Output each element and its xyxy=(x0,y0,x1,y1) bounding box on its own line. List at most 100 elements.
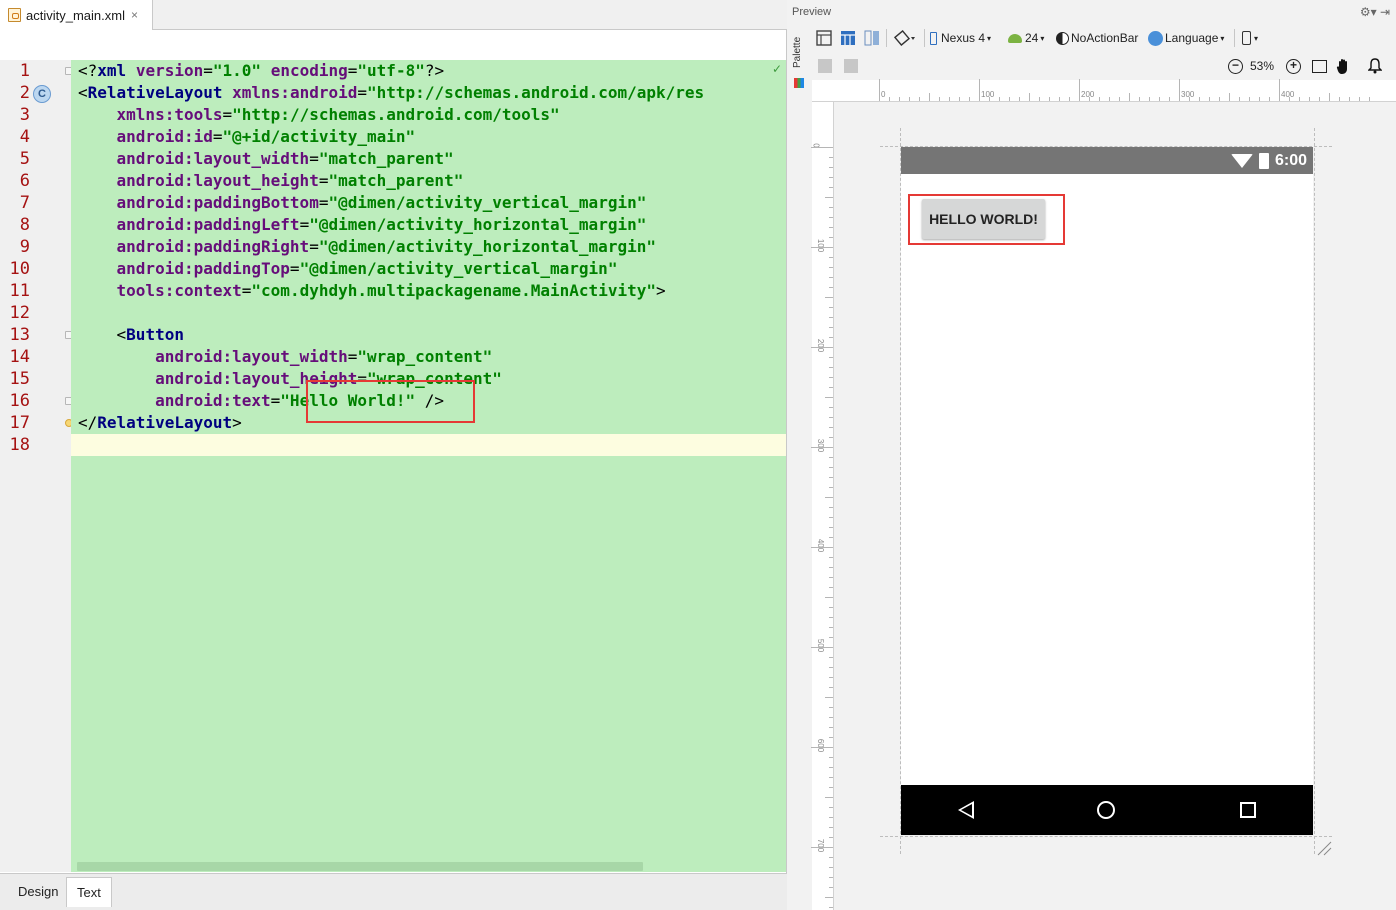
ruler-tick-label: 300 xyxy=(1181,90,1195,99)
notifications-icon[interactable] xyxy=(1368,56,1382,76)
code-line: android:paddingBottom="@dimen/activity_v… xyxy=(78,192,647,214)
recents-icon[interactable] xyxy=(1240,802,1256,818)
line-number: 11 xyxy=(9,281,30,301)
both-views-icon[interactable] xyxy=(864,28,880,48)
horizontal-scrollbar[interactable] xyxy=(77,862,643,871)
zoom-out-icon[interactable]: − xyxy=(1228,56,1243,76)
code-token: "utf-8" xyxy=(357,61,425,80)
language-selector[interactable]: Language ▾ xyxy=(1148,28,1224,48)
code-token: "@+id/activity_main" xyxy=(222,127,416,146)
code-area[interactable]: <?xml version="1.0" encoding="utf-8"?> <R… xyxy=(71,60,786,872)
code-line: <Button xyxy=(78,324,184,346)
home-icon[interactable] xyxy=(1097,801,1115,819)
code-token: <? xyxy=(78,61,98,80)
code-token: RelativeLayout xyxy=(87,83,223,102)
code-token: = xyxy=(222,105,233,124)
code-token: version xyxy=(135,61,204,80)
horizontal-ruler: 0 100 200 300 400 xyxy=(812,79,1396,102)
line-number: 7 xyxy=(19,193,30,213)
code-token: "http://schemas.android.com/tools" xyxy=(232,105,560,124)
api-level-selector[interactable]: 24 ▾ xyxy=(1008,28,1044,48)
ruler-tick-label: 400 xyxy=(1281,90,1295,99)
line-number: 8 xyxy=(19,215,30,235)
code-line: <RelativeLayout xmlns:android="http://sc… xyxy=(78,82,704,104)
code-token: "http://schemas.android.com/apk/res xyxy=(367,83,705,102)
code-token: = xyxy=(289,259,300,278)
ruler-tick-label: 200 xyxy=(816,338,826,353)
code-token: > xyxy=(232,413,242,432)
design-canvas[interactable]: 6:00 HELLO WORLD! xyxy=(834,102,1396,910)
ide-window: activity_main.xml × 1 2 3 4 5 6 7 8 9 10 11 12 13 14 1… xyxy=(0,0,1396,910)
class-reference-icon[interactable]: C xyxy=(33,85,51,103)
code-token: xml xyxy=(97,61,127,80)
code-token: = xyxy=(270,391,281,410)
fit-screen-icon[interactable] xyxy=(1312,56,1327,76)
pan-hand-icon[interactable] xyxy=(1336,56,1352,76)
device-screen[interactable]: 6:00 HELLO WORLD! xyxy=(901,147,1313,835)
ruler-tick-label: 700 xyxy=(816,838,826,853)
code-token: xmlns:android xyxy=(232,83,358,102)
status-time: 6:00 xyxy=(1274,152,1307,169)
zoom-toolbar: − 53% + xyxy=(812,54,1396,78)
resize-handle-icon[interactable] xyxy=(1316,840,1332,856)
code-token: xmlns:tools xyxy=(116,105,223,124)
line-number: 9 xyxy=(19,237,30,257)
code-token: "1.0" xyxy=(212,61,262,80)
preview-title: Preview xyxy=(792,6,832,18)
code-token: = xyxy=(347,347,358,366)
code-line: android:layout_width="match_parent" xyxy=(78,148,454,170)
code-token: = xyxy=(347,61,358,80)
line-number: 12 xyxy=(9,303,30,323)
line-number-gutter: 1 2 3 4 5 6 7 8 9 10 11 12 13 14 15 16 17 18 C xyxy=(0,60,73,872)
close-tab-icon[interactable]: × xyxy=(131,8,138,22)
preview-settings-icon[interactable]: ⚙▾ ⇥ xyxy=(1360,5,1390,19)
code-token: < xyxy=(78,325,127,344)
line-number: 6 xyxy=(19,171,30,191)
expand-vertical-icon[interactable] xyxy=(844,56,858,76)
back-icon[interactable] xyxy=(958,801,974,819)
code-line: tools:context="com.dyhdyh.multipackagena… xyxy=(78,280,666,302)
tab-design[interactable]: Design xyxy=(8,877,70,907)
tab-text[interactable]: Text xyxy=(66,877,112,907)
device-selector[interactable]: Nexus 4 ▾ xyxy=(930,28,991,48)
theme-selector[interactable]: NoActionBar xyxy=(1056,28,1138,48)
battery-icon xyxy=(1259,153,1269,169)
code-token: "wrap_content" xyxy=(357,347,493,366)
preview-pane: Preview ⚙▾ ⇥ Palette Nexus 4 ▾ 24 ▾ NoAc… xyxy=(788,0,1396,910)
device-frame-selector[interactable]: ▾ xyxy=(1242,28,1258,48)
blueprint-view-icon[interactable] xyxy=(840,28,856,48)
code-token: android:paddingTop xyxy=(116,259,290,278)
palette-strip[interactable]: Palette xyxy=(788,28,808,88)
design-view-icon[interactable] xyxy=(816,28,832,48)
file-tab-activity-main[interactable]: activity_main.xml × xyxy=(0,0,153,30)
xml-editor-pane: activity_main.xml × 1 2 3 4 5 6 7 8 9 10 11 12 13 14 1… xyxy=(0,0,787,910)
code-token: android:id xyxy=(116,127,213,146)
zoom-level: 53% xyxy=(1250,59,1275,73)
ruler-tick-label: 300 xyxy=(816,438,826,453)
theme-label: NoActionBar xyxy=(1071,31,1139,45)
no-errors-check-icon: ✓ xyxy=(771,62,782,76)
orientation-icon[interactable] xyxy=(894,28,916,48)
line-number: 13 xyxy=(9,325,30,345)
code-token: = xyxy=(309,237,319,256)
code-token: "@dimen/activity_horizontal_margin" xyxy=(309,215,647,234)
ruler-tick-label: 0 xyxy=(881,90,886,99)
theme-icon xyxy=(1056,31,1069,45)
ruler-tick-label: 500 xyxy=(816,638,826,653)
zoom-in-icon[interactable]: + xyxy=(1286,56,1301,76)
expand-horizontal-icon[interactable] xyxy=(818,56,832,76)
file-tab-label: activity_main.xml xyxy=(26,7,125,23)
code-token: android:layout_width xyxy=(116,149,310,168)
ruler-tick-label: 600 xyxy=(816,738,826,753)
line-number: 16 xyxy=(9,391,30,411)
